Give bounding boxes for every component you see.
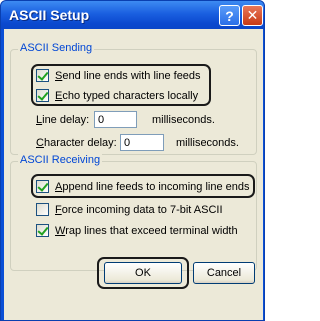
help-button[interactable]: ? <box>219 5 240 26</box>
wrap-lines-checkbox[interactable] <box>36 224 49 237</box>
append-line-feeds-checkbox[interactable] <box>36 180 49 193</box>
force-7bit-label: Force incoming data to 7-bit ASCII <box>55 203 223 216</box>
send-line-ends-checkbox[interactable] <box>36 69 49 82</box>
character-delay-input[interactable] <box>120 134 164 151</box>
echo-typed-label: Echo typed characters locally <box>55 89 199 102</box>
append-line-feeds-checkbox-row[interactable]: Append line feeds to incoming line ends <box>36 180 249 193</box>
wrap-lines-checkbox-row[interactable]: Wrap lines that exceed terminal width <box>36 224 238 237</box>
ascii-receiving-legend: ASCII Receiving <box>18 154 103 166</box>
send-line-ends-label: Send line ends with line feeds <box>55 69 201 82</box>
echo-typed-checkbox[interactable] <box>36 89 49 102</box>
wrap-lines-label: Wrap lines that exceed terminal width <box>55 224 238 237</box>
character-delay-label: Character delay: <box>36 137 117 149</box>
close-icon: ✕ <box>246 7 259 23</box>
line-delay-label: Line delay: <box>36 114 90 126</box>
help-icon: ? <box>225 7 234 24</box>
ok-button[interactable]: OK <box>104 262 182 284</box>
ascii-setup-dialog: ASCII Setup ? ✕ ASCII Sending Send line … <box>0 0 265 321</box>
ascii-sending-legend: ASCII Sending <box>18 42 95 54</box>
force-7bit-checkbox[interactable] <box>36 203 49 216</box>
append-line-feeds-label: Append line feeds to incoming line ends <box>55 180 250 193</box>
line-delay-input[interactable] <box>94 111 137 128</box>
echo-typed-checkbox-row[interactable]: Echo typed characters locally <box>36 89 198 102</box>
ascii-receiving-group: ASCII Receiving <box>10 154 257 271</box>
close-button[interactable]: ✕ <box>242 5 263 26</box>
force-7bit-checkbox-row[interactable]: Force incoming data to 7-bit ASCII <box>36 203 223 216</box>
title-bar[interactable]: ASCII Setup ? ✕ <box>1 1 264 29</box>
dialog-body: ASCII Sending Send line ends with line f… <box>4 29 263 320</box>
dialog-title: ASCII Setup <box>9 7 90 23</box>
character-delay-unit: milliseconds. <box>176 137 239 149</box>
line-delay-unit: milliseconds. <box>152 114 215 126</box>
send-line-ends-checkbox-row[interactable]: Send line ends with line feeds <box>36 69 201 82</box>
cancel-button[interactable]: Cancel <box>193 262 255 284</box>
